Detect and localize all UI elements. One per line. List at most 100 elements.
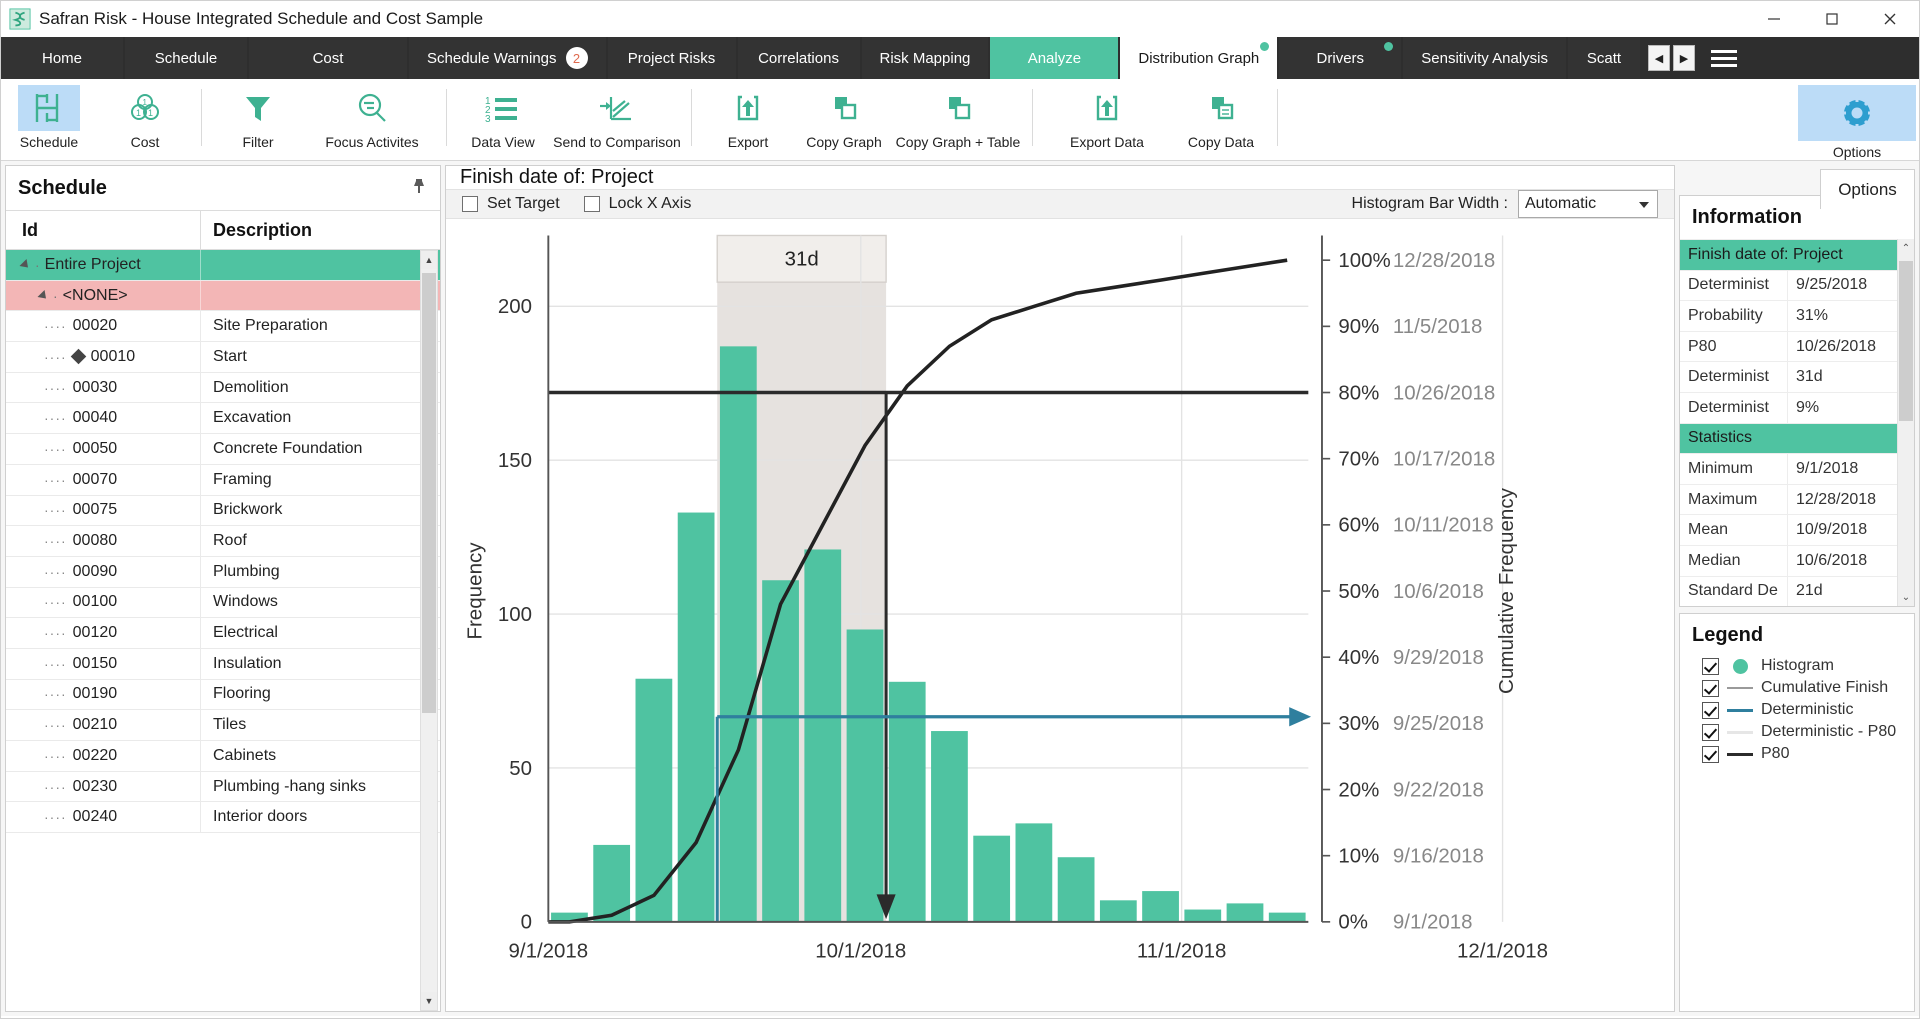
table-row[interactable]: ····00075Brickwork (6, 496, 440, 527)
lock-x-axis-checkbox[interactable]: Lock X Axis (584, 195, 692, 213)
table-row[interactable]: ····00210Tiles (6, 710, 440, 741)
tab-drivers[interactable]: Drivers (1279, 37, 1401, 79)
scroll-up-arrow-icon[interactable]: ▲ (421, 251, 437, 269)
ribbon-button-export[interactable]: Export (700, 79, 796, 160)
table-row[interactable]: ····00100Windows (6, 588, 440, 619)
histogram-bar[interactable] (1269, 913, 1306, 922)
tab-schedule-warnings[interactable]: Schedule Warnings 2 (409, 37, 606, 79)
close-button[interactable] (1861, 1, 1919, 37)
table-row[interactable]: ····00120Electrical (6, 618, 440, 649)
ribbon-button-filter[interactable]: Filter (210, 79, 306, 160)
distribution-graph-panel: Finish date of: Project Set Target Lock … (445, 165, 1675, 1012)
information-scrollbar[interactable]: ⌃ ⌄ (1897, 239, 1914, 606)
ribbon-button-options[interactable]: Options (1795, 79, 1919, 160)
tab-distribution-graph[interactable]: Distribution Graph (1120, 37, 1277, 79)
table-row[interactable]: ····00040Excavation (6, 403, 440, 434)
scrollbar-thumb[interactable] (422, 273, 436, 713)
histogram-bar-width-label: Histogram Bar Width : (1352, 195, 1508, 213)
set-target-checkbox[interactable]: Set Target (462, 195, 560, 213)
scrollbar-thumb[interactable] (1899, 261, 1913, 421)
histogram-bar-width-select[interactable]: Automatic (1518, 190, 1658, 218)
legend-checkbox[interactable] (1702, 746, 1719, 763)
column-header-description[interactable]: Description (201, 211, 440, 249)
table-row[interactable]: ····00090Plumbing (6, 557, 440, 588)
row-description-cell: Plumbing (201, 563, 440, 581)
minimize-button[interactable] (1745, 1, 1803, 37)
histogram-bar[interactable] (636, 679, 673, 922)
histogram-bar[interactable] (931, 731, 968, 922)
information-row: Minimum 9/1/2018 (1680, 453, 1897, 484)
legend-item-p80[interactable]: P80 (1680, 743, 1914, 765)
tab-project-risks[interactable]: Project Risks (608, 37, 736, 79)
legend-item-histogram[interactable]: Histogram (1680, 655, 1914, 677)
ribbon-label: Export (728, 134, 768, 150)
legend-item-deterministic[interactable]: Deterministic (1680, 699, 1914, 721)
histogram-bar[interactable] (1227, 903, 1264, 921)
table-row[interactable]: ···· 00020 Site Preparation (6, 311, 440, 342)
tab-cost[interactable]: Cost (249, 37, 407, 79)
histogram-bar[interactable] (804, 549, 841, 921)
histogram-bar[interactable] (1142, 891, 1179, 922)
pin-icon[interactable] (410, 177, 428, 200)
table-row[interactable]: ····00080Roof (6, 526, 440, 557)
ribbon-button-data-view[interactable]: 1 2 3 Data View (455, 79, 551, 160)
table-row[interactable]: ····00050Concrete Foundation (6, 434, 440, 465)
table-row[interactable]: ····00240Interior doors (6, 802, 440, 833)
ribbon-button-schedule[interactable]: Schedule (1, 79, 97, 160)
tab-correlations[interactable]: Correlations (738, 37, 860, 79)
histogram-bar[interactable] (1016, 823, 1053, 921)
table-row[interactable]: ····00190Flooring (6, 680, 440, 711)
tab-risk-mapping[interactable]: Risk Mapping (862, 37, 989, 79)
scroll-down-arrow-icon[interactable]: ⌄ (1898, 588, 1914, 606)
distribution-chart[interactable]: 31d0501001502009/1/201810/1/201811/1/201… (446, 219, 1674, 1019)
row-description-cell: Framing (201, 471, 440, 489)
tab-options[interactable]: Options (1820, 169, 1915, 209)
tab-scroll-right-button[interactable]: ▶ (1673, 45, 1695, 71)
main-tab-bar: Home Schedule Cost Schedule Warnings 2 P… (1, 37, 1919, 79)
table-row[interactable]: · Entire Project (6, 250, 440, 281)
histogram-bar[interactable] (1100, 900, 1137, 922)
legend-item-deterministic-p80[interactable]: Deterministic - P80 (1680, 721, 1914, 743)
expand-arrow-icon[interactable] (19, 259, 31, 271)
legend-checkbox[interactable] (1702, 680, 1719, 697)
table-row[interactable]: ····00070Framing (6, 465, 440, 496)
table-row[interactable]: ····00030Demolition (6, 373, 440, 404)
table-row[interactable]: ····00220Cabinets (6, 741, 440, 772)
ribbon-button-focus-activites[interactable]: Focus Activites (306, 79, 438, 160)
tab-sensitivity-analysis[interactable]: Sensitivity Analysis (1403, 37, 1566, 79)
information-key: Median (1680, 546, 1788, 576)
histogram-bar[interactable] (973, 836, 1010, 922)
tab-scatter[interactable]: Scatt (1568, 37, 1640, 79)
ribbon-button-copy-data[interactable]: Copy Data (1173, 79, 1269, 160)
table-row[interactable]: ····00230Plumbing -hang sinks (6, 772, 440, 803)
scroll-down-arrow-icon[interactable]: ▼ (421, 992, 437, 1010)
schedule-scrollbar[interactable]: ▲ ▼ (420, 250, 438, 1011)
row-id-cell: ····00090 (6, 557, 201, 587)
column-header-id[interactable]: Id (6, 211, 201, 249)
table-row[interactable]: ···· 00010 Start (6, 342, 440, 373)
ribbon-button-export-data[interactable]: Export Data (1041, 79, 1173, 160)
maximize-button[interactable] (1803, 1, 1861, 37)
tab-analyze[interactable]: Analyze (990, 37, 1118, 79)
ribbon-button-send-to-comparison[interactable]: Send to Comparison (551, 79, 683, 160)
expand-arrow-icon[interactable] (37, 290, 49, 302)
legend-checkbox[interactable] (1702, 724, 1719, 741)
ribbon-button-copy-graph[interactable]: Copy Graph (796, 79, 892, 160)
legend-item-cumulative-finish[interactable]: Cumulative Finish (1680, 677, 1914, 699)
ribbon-button-copy-graph-table[interactable]: Copy Graph + Table (892, 79, 1024, 160)
legend-checkbox[interactable] (1702, 702, 1719, 719)
table-row[interactable]: · <NONE> (6, 281, 440, 312)
histogram-bar[interactable] (720, 346, 757, 921)
table-row[interactable]: ····00150Insulation (6, 649, 440, 680)
menu-icon[interactable] (1703, 37, 1745, 79)
tab-schedule[interactable]: Schedule (125, 37, 247, 79)
histogram-bar[interactable] (1184, 910, 1221, 922)
legend-checkbox[interactable] (1702, 658, 1719, 675)
scroll-up-arrow-icon[interactable]: ⌃ (1898, 239, 1914, 257)
histogram-bar[interactable] (1058, 857, 1095, 922)
tab-scroll-left-button[interactable]: ◀ (1648, 45, 1670, 71)
histogram-bar[interactable] (847, 629, 884, 921)
ribbon-button-cost[interactable]: 1 1 1 Cost (97, 79, 193, 160)
tab-home[interactable]: Home (1, 37, 123, 79)
histogram-bar[interactable] (762, 580, 799, 922)
